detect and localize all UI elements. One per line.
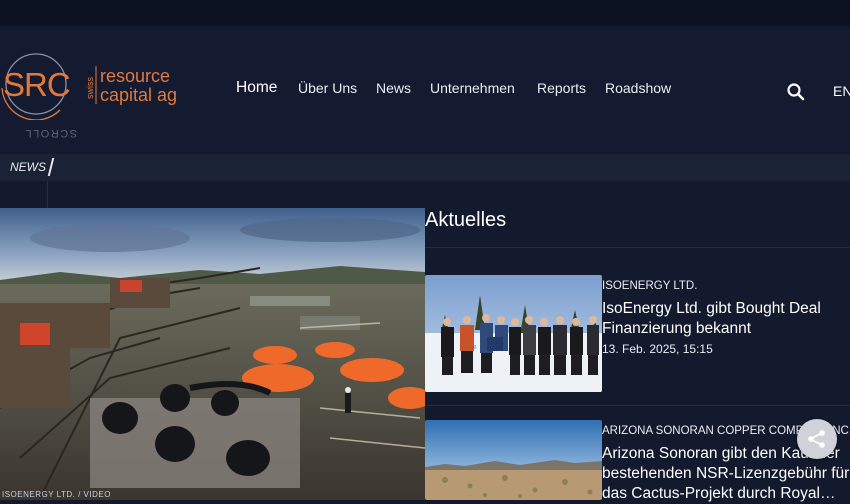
logo[interactable]: SRC swiss resource capital ag: [0, 50, 190, 120]
article-1-date: 13. Feb. 2025, 15:15: [602, 342, 713, 356]
hero-image[interactable]: [0, 208, 425, 500]
logo-vertical-text: swiss: [85, 77, 95, 99]
article-2-image[interactable]: [425, 420, 602, 500]
share-icon: [808, 430, 825, 448]
share-button[interactable]: [797, 419, 837, 459]
search-icon[interactable]: [786, 82, 806, 102]
logo-line2: capital ag: [100, 85, 177, 105]
breadcrumb: [0, 154, 850, 181]
nav-ueber-uns[interactable]: Über Uns: [298, 80, 357, 96]
top-strip: [0, 0, 850, 26]
article-divider: [425, 405, 850, 406]
logo-letters: SRC: [3, 66, 70, 103]
nav-home[interactable]: Home: [236, 79, 277, 97]
section-title: Aktuelles: [425, 209, 507, 231]
breadcrumb-current[interactable]: NEWS: [10, 160, 46, 174]
nav-reports[interactable]: Reports: [537, 80, 586, 96]
logo-line1: resource: [100, 66, 170, 86]
nav-roadshow[interactable]: Roadshow: [605, 80, 671, 96]
language-switch[interactable]: EN: [833, 83, 850, 99]
scroll-indicator: SCROLL: [24, 127, 78, 139]
article-1-image[interactable]: [425, 275, 602, 392]
hero-caption: ISOENERGY LTD. / VIDEO: [2, 490, 111, 499]
article-1-category[interactable]: ISOENERGY LTD.: [602, 280, 697, 292]
section-divider: [425, 247, 850, 248]
article-1-title[interactable]: IsoEnergy Ltd. gibt Bought Deal Finanzie…: [602, 299, 850, 339]
nav-news[interactable]: News: [376, 80, 411, 96]
nav-unternehmen[interactable]: Unternehmen: [430, 80, 515, 96]
